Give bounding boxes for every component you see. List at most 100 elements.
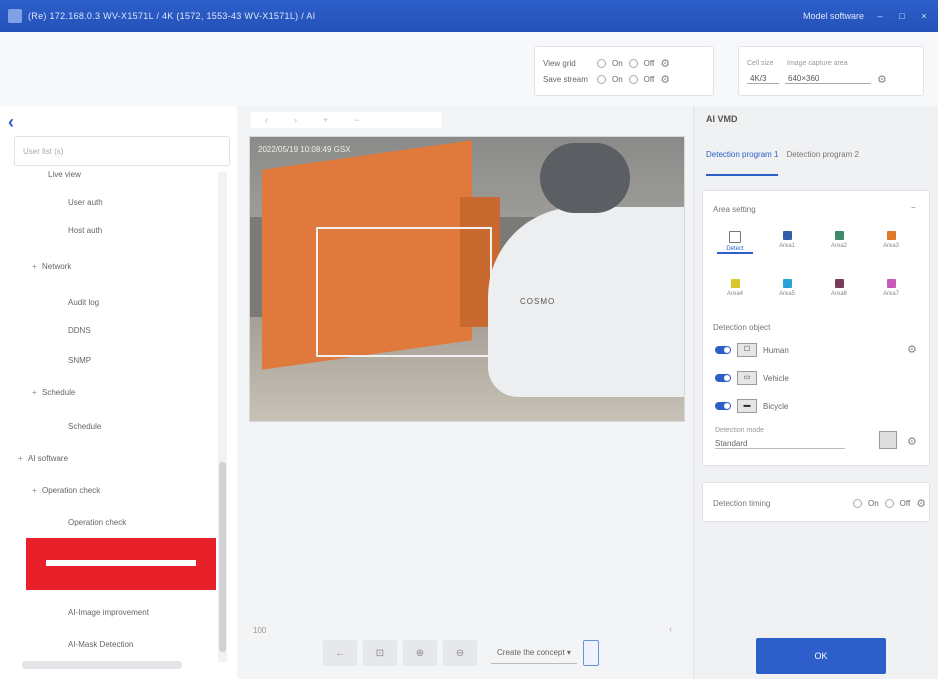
area-swatch-4[interactable]: Area4 bbox=[717, 275, 753, 305]
search-input[interactable]: User list (s) bbox=[14, 136, 230, 166]
highlight-marker[interactable] bbox=[26, 538, 216, 590]
gear-icon[interactable]: ⚙ bbox=[916, 497, 926, 510]
area-swatch-detect[interactable]: Detect bbox=[717, 227, 753, 257]
area-swatch-5[interactable]: Area5 bbox=[769, 275, 805, 305]
video-logo-text: COSMO bbox=[520, 297, 556, 306]
tree-item[interactable]: Operation check bbox=[68, 518, 126, 527]
scroll-thumb[interactable] bbox=[219, 462, 226, 652]
concept-select[interactable]: Create the concept ▾ bbox=[491, 643, 577, 664]
minimize-button[interactable]: – bbox=[874, 11, 886, 21]
timing-on-radio[interactable] bbox=[853, 499, 862, 508]
minus-icon[interactable]: − bbox=[354, 115, 359, 125]
vehicle-label: Vehicle bbox=[763, 373, 789, 383]
model-software-label[interactable]: Model software bbox=[803, 11, 864, 21]
off-label: Off bbox=[899, 499, 911, 508]
gear-icon[interactable]: ⚙ bbox=[907, 435, 917, 448]
area-label: Area3 bbox=[882, 243, 899, 249]
area-label: Detect bbox=[717, 246, 753, 254]
cell-size-select[interactable]: 4K/3 bbox=[747, 74, 779, 84]
tree-item[interactable]: AI-Image improvement bbox=[68, 608, 149, 617]
video-timestamp: 2022/05/19 10:08:49 GSX bbox=[258, 145, 351, 154]
program-tabs: Detection program 1 Detection program 2 bbox=[706, 146, 930, 176]
tree-item[interactable]: Audit log bbox=[68, 298, 99, 307]
sensitivity-select[interactable]: Standard bbox=[715, 439, 845, 449]
vehicle-icon: ▭ bbox=[737, 371, 757, 385]
tree-item[interactable]: + Network bbox=[32, 262, 71, 271]
gear-icon[interactable]: ⚙ bbox=[877, 73, 887, 86]
tree-item[interactable]: SNMP bbox=[68, 356, 91, 365]
tab-program-2[interactable]: Detection program 2 bbox=[786, 146, 858, 176]
fit-button[interactable]: ⊡ bbox=[363, 640, 397, 666]
tree-item-label: Operation check bbox=[42, 486, 101, 495]
collapse-icon[interactable]: ‹ bbox=[669, 624, 672, 634]
area-label: Area1 bbox=[778, 243, 795, 249]
image-area-label: Image capture area bbox=[787, 59, 848, 67]
tree-item[interactable]: + Schedule bbox=[32, 388, 75, 397]
maximize-button[interactable]: □ bbox=[896, 11, 908, 21]
area-swatch-2[interactable]: Area2 bbox=[821, 227, 857, 257]
zoom-in-button[interactable]: ⊕ bbox=[403, 640, 437, 666]
detection-timing-card: Detection timing On Off ⚙ bbox=[702, 482, 930, 522]
expand-icon: + bbox=[32, 486, 37, 495]
tab-program-1[interactable]: Detection program 1 bbox=[706, 146, 779, 176]
vehicle-toggle[interactable] bbox=[715, 374, 731, 382]
undo-button[interactable]: ← bbox=[323, 640, 357, 666]
area-color bbox=[782, 279, 792, 288]
area-swatch-1[interactable]: Area1 bbox=[769, 227, 805, 257]
gear-icon[interactable]: ⚙ bbox=[907, 343, 917, 356]
expand-icon: + bbox=[18, 454, 23, 463]
close-button[interactable]: × bbox=[918, 11, 930, 21]
horizontal-scrollbar[interactable] bbox=[22, 661, 182, 669]
camera-video[interactable]: 2022/05/19 10:08:49 GSX COSMO bbox=[249, 136, 685, 422]
area-setting-label: Area setting bbox=[713, 205, 756, 214]
prev-icon[interactable]: ‹ bbox=[265, 115, 268, 125]
window-title: (Re) 172.168.0.3 WV-X1571L / 4K (1572, 1… bbox=[28, 11, 316, 21]
tree-item[interactable]: + Operation check bbox=[32, 486, 100, 495]
concept-select-label: Create the concept bbox=[497, 648, 565, 657]
plus-icon[interactable]: + bbox=[323, 115, 328, 125]
area-color bbox=[782, 231, 792, 240]
expand-icon: + bbox=[32, 262, 37, 271]
tree-item[interactable]: User auth bbox=[68, 198, 103, 207]
tree-item[interactable]: AI-Mask Detection bbox=[68, 640, 133, 649]
detection-area-box[interactable] bbox=[316, 227, 492, 357]
tree-item[interactable]: DDNS bbox=[68, 326, 91, 335]
vertical-scrollbar[interactable] bbox=[218, 172, 227, 662]
area-color bbox=[834, 279, 844, 288]
tree-item[interactable]: Live view bbox=[48, 170, 81, 179]
area-label: Area2 bbox=[830, 243, 847, 249]
gear-icon[interactable]: ⚙ bbox=[660, 73, 670, 86]
bicycle-toggle[interactable] bbox=[715, 402, 731, 410]
video-toolbar: ‹ › + − bbox=[251, 112, 441, 128]
timing-options: On Off ⚙ bbox=[853, 497, 926, 510]
collapse-icon[interactable]: − bbox=[911, 203, 916, 212]
image-area-select[interactable]: 640×360 bbox=[785, 74, 871, 84]
area-color bbox=[729, 231, 741, 243]
save-stream-off-radio[interactable] bbox=[628, 74, 638, 84]
object-row-vehicle: ▭ Vehicle bbox=[715, 371, 789, 385]
blue-toggle-button[interactable] bbox=[582, 640, 599, 666]
zoom-out-button[interactable]: ⊖ bbox=[443, 640, 477, 666]
ok-button[interactable]: OK bbox=[756, 638, 886, 674]
settings-tree: Live view User auth Host auth + Network A… bbox=[14, 168, 220, 668]
left-panel: ‹ User list (s) Live view User auth Host… bbox=[0, 106, 238, 679]
view-grid-on-radio[interactable] bbox=[597, 58, 606, 68]
video-controls: ← ⊡ ⊕ ⊖ Create the concept ▾ bbox=[323, 640, 599, 666]
tree-item[interactable]: + AI software bbox=[18, 454, 68, 463]
next-icon[interactable]: › bbox=[294, 115, 297, 125]
capture-values-row: 4K/3 640×360 ⚙ bbox=[747, 71, 915, 87]
area-swatch-7[interactable]: Area7 bbox=[873, 275, 909, 305]
highlight-bar bbox=[46, 560, 196, 566]
timing-off-radio[interactable] bbox=[884, 499, 894, 508]
view-grid-off-radio[interactable] bbox=[628, 58, 638, 68]
tree-item[interactable]: Schedule bbox=[68, 422, 101, 431]
capture-options-card: Cell size Image capture area 4K/3 640×36… bbox=[738, 46, 924, 96]
save-stream-on-radio[interactable] bbox=[597, 74, 606, 84]
pattern-button[interactable] bbox=[879, 431, 897, 449]
human-toggle[interactable] bbox=[715, 346, 731, 354]
tree-item[interactable]: Host auth bbox=[68, 226, 102, 235]
area-swatch-3[interactable]: Area3 bbox=[873, 227, 909, 257]
back-chevron-icon[interactable]: ‹ bbox=[8, 112, 14, 133]
gear-icon[interactable]: ⚙ bbox=[660, 57, 670, 70]
area-swatch-6[interactable]: Area6 bbox=[821, 275, 857, 305]
